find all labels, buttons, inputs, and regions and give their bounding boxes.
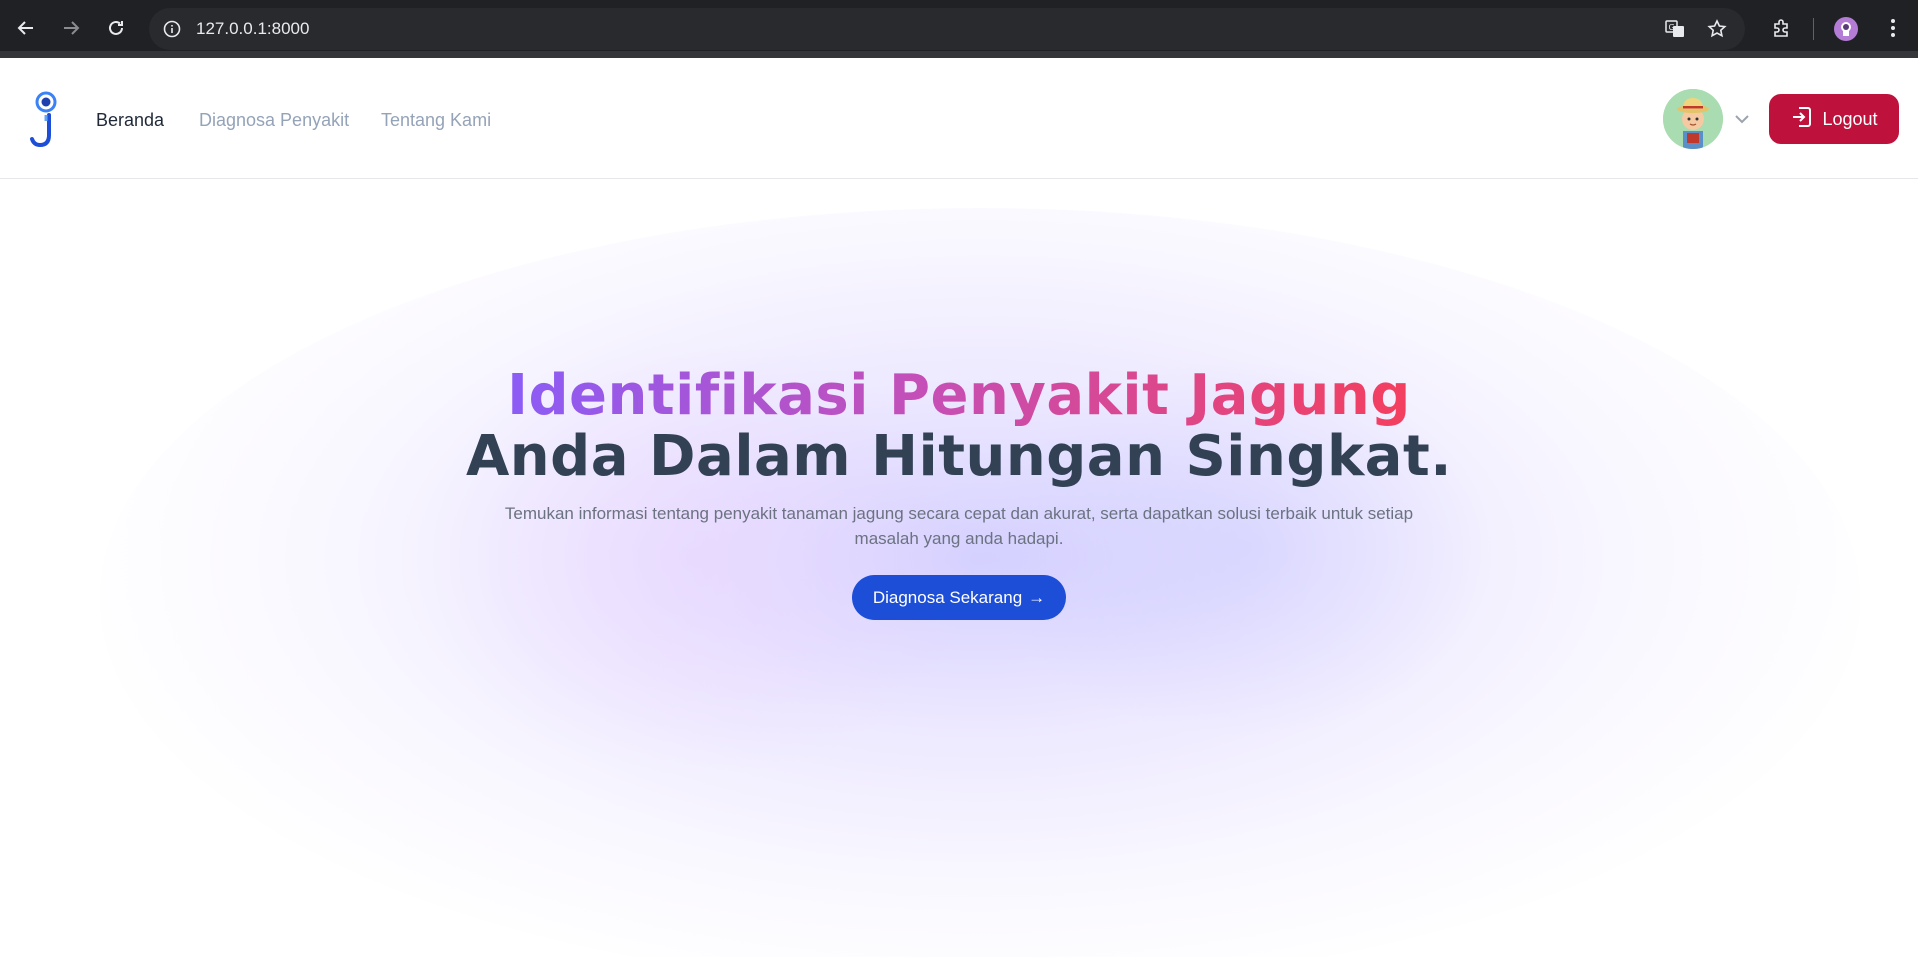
site-logo[interactable] (28, 91, 64, 148)
toolbar-border (0, 51, 1918, 58)
hero-title-gradient: Identifikasi Penyakit Jagung (507, 363, 1411, 428)
translate-icon[interactable]: G (1664, 18, 1686, 40)
profile-icon[interactable] (1834, 17, 1858, 41)
menu-dots-icon[interactable] (1878, 13, 1908, 43)
logout-icon (1790, 105, 1814, 134)
nav-beranda[interactable]: Beranda (96, 110, 164, 131)
forward-icon[interactable] (55, 12, 87, 44)
bookmark-star-icon[interactable] (1706, 18, 1728, 40)
diagnosa-sekarang-button[interactable]: Diagnosa Sekarang → (852, 575, 1066, 620)
nav-diagnosa-penyakit[interactable]: Diagnosa Penyakit (199, 110, 349, 131)
extensions-icon[interactable] (1766, 13, 1796, 43)
hero-title-line2: Anda Dalam Hitungan Singkat. (465, 424, 1453, 489)
cta-label: Diagnosa Sekarang (872, 587, 1023, 607)
svg-text:G: G (1669, 23, 1675, 32)
nav-tentang-kami[interactable]: Tentang Kami (381, 110, 491, 131)
info-icon[interactable] (161, 18, 183, 40)
avatar[interactable] (1663, 89, 1723, 149)
logout-label: Logout (1822, 108, 1878, 129)
site-header: Beranda Diagnosa Penyakit Tentang Kami L… (0, 58, 1918, 179)
url-text[interactable]: 127.0.0.1:8000 (196, 19, 309, 39)
back-icon[interactable] (10, 12, 42, 44)
logout-button[interactable]: Logout (1769, 94, 1899, 144)
hero-title-line1: Identifikasi Penyakit Jagung (0, 363, 1918, 428)
reload-icon[interactable] (100, 12, 132, 44)
page: Beranda Diagnosa Penyakit Tentang Kami L… (0, 58, 1918, 957)
hero-subtitle: Temukan informasi tentang penyakit tanam… (504, 504, 1414, 548)
arrow-right-icon: → (1028, 587, 1046, 607)
address-bar[interactable]: 127.0.0.1:8000 G (149, 8, 1745, 50)
toolbar-divider (1813, 18, 1814, 40)
browser-toolbar: 127.0.0.1:8000 G (0, 0, 1918, 58)
chevron-down-icon[interactable] (1731, 108, 1753, 130)
